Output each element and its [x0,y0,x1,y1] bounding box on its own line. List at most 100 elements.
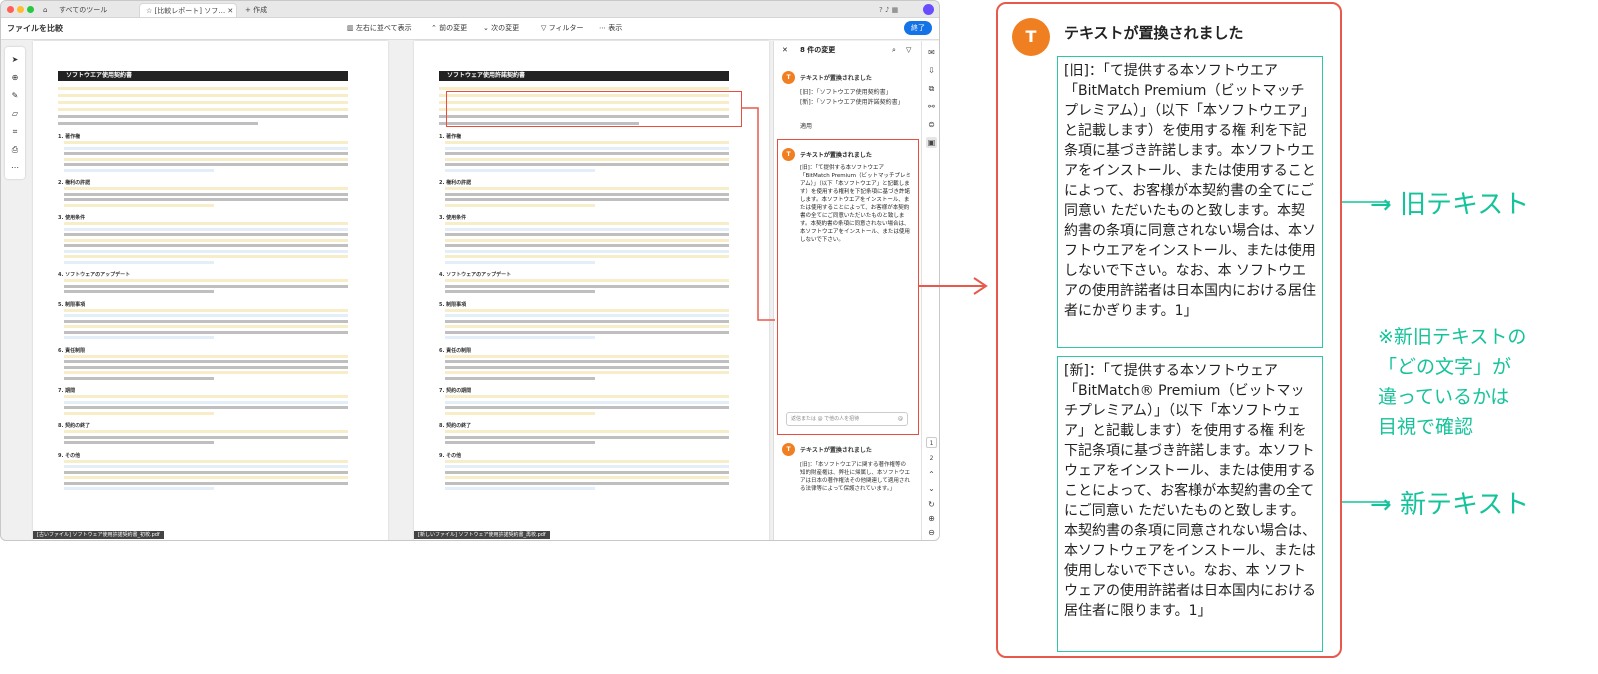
highlight-icon[interactable]: ▱ [10,109,20,119]
section-heading: 9. その他 [58,452,81,459]
document-text-line [445,441,595,444]
stamp-icon[interactable]: ⎙ [10,145,20,155]
new-document-body: 1. 著作権 2. 権利の許諾 3. 使用条件 4. ソフトウェアのアップデート 5. … [439,85,731,525]
document-text-line [64,233,348,236]
scroll-down-icon[interactable]: ⌄ [926,483,937,494]
comment-input[interactable]: 返信または @ で他の人を招待 @ [786,412,908,426]
mention-icon[interactable]: @ [898,413,903,426]
document-text-line [445,198,729,201]
callout-title: テキストが置換されました [1064,24,1244,42]
home-icon[interactable]: ⌂ [43,3,47,17]
section-heading: 5. 制限事項 [58,301,86,308]
text-select-icon[interactable]: ⌗ [10,127,20,137]
new-text-annotation: → 新テキスト [1370,490,1530,520]
tab-all-tools[interactable]: すべてのツール [59,3,107,17]
document-text-line [64,198,348,201]
old-text-annotation: → 旧テキスト [1370,190,1530,220]
layers-icon[interactable]: ⊜ [926,119,937,130]
comment-placeholder: 返信または @ で他の人を招待 [791,416,860,422]
search-icon[interactable]: ⌕ [892,41,896,59]
pen-icon[interactable]: ✎ [10,91,20,101]
cursor-icon[interactable]: ➤ [10,55,20,65]
zoom-icon[interactable]: ⊕ [10,73,20,83]
avatar[interactable] [923,4,934,15]
comment-icon[interactable]: ✉ [926,47,937,58]
document-text-line [64,279,348,282]
document-text-line [64,146,348,150]
document-text-line [64,255,348,258]
scroll-up-icon[interactable]: ⌃ [926,469,937,480]
tab-compare-report[interactable]: ☆ [比較レポート] ソフ… ✕ [139,3,237,17]
filter-icon[interactable]: ▽ [906,41,911,59]
selected-change-highlight[interactable] [446,91,742,127]
document-text-line [445,371,729,374]
document-text-line [64,157,348,161]
document-text-line [58,87,348,90]
refresh-icon[interactable]: ↻ [926,499,937,510]
document-text-line [445,330,729,334]
side-by-side-button[interactable]: ▥ 左右に並べて表示 [347,23,412,33]
old-document-page[interactable]: ソフトウエア使用契約書 1. 著作権 2. 権利の許諾 3. 使用条件 4. ソフトウ… [33,41,388,540]
zoom-in-icon[interactable]: ⊕ [926,513,937,524]
document-text-line [64,406,348,409]
prev-change-label: 前の変更 [439,24,468,32]
next-change-button[interactable]: ⌄ 次の変更 [483,23,519,33]
copy-icon[interactable]: ⧉ [926,83,937,94]
section-heading: 4. ソフトウェアのアップデート [58,272,131,278]
old-document-title: ソフトウエア使用契約書 [58,71,348,81]
maximize-window-icon[interactable] [27,6,34,13]
document-text-line [58,108,348,111]
change-old-text: [旧]：「ソフトウエア使用契約書」 [800,89,892,96]
changes-panel: ✕ 8 件の変更 ⌕ ▽ T テキストが置換されました [旧]：「ソフトウエア使… [773,41,922,540]
section-heading: 6. 責任の制限 [439,347,472,354]
document-text-line [64,203,214,207]
document-text-line [445,157,729,161]
left-toolbar: ➤ ⊕ ✎ ▱ ⌗ ⎙ ⋯ [5,47,25,179]
filter-button[interactable]: ▽ フィルター [541,23,583,33]
minimize-window-icon[interactable] [17,6,24,13]
new-document-footer: [新しいファイル] ソフトウェア使用許諾契約書_再校.pdf [414,531,550,539]
document-text-line [64,481,348,485]
document-text-line [58,94,348,97]
zoom-out-icon[interactable]: ⊖ [926,527,937,538]
help-icon[interactable]: ? ♪ ▦ [879,3,898,17]
close-icon[interactable]: ✕ [782,41,788,59]
document-text-line [64,314,348,317]
document-text-line [445,481,729,485]
export-icon[interactable]: ⇩ [926,65,937,76]
document-text-line [64,244,348,247]
document-text-line [445,249,729,253]
document-text-line [64,141,348,144]
view-label: 表示 [608,24,623,32]
tab-create[interactable]: + 作成 [245,3,267,17]
document-text-line [64,395,348,398]
document-text-line [445,284,729,288]
done-button[interactable]: 終了 [904,21,932,35]
selected-change-card[interactable]: T テキストが置換されました [旧]：「て提供する本ソフトウエア「BitMatc… [777,139,919,435]
document-text-line [445,325,729,328]
document-text-line [64,336,214,339]
compare-icon[interactable]: ▣ [926,137,937,148]
document-text-line [445,360,729,363]
document-text-line [445,365,729,369]
change-title: テキストが置換されました [800,75,872,82]
changes-panel-header: ✕ 8 件の変更 ⌕ ▽ [774,41,922,59]
text-replaced-icon: T [782,443,795,456]
tab-label: [比較レポート] ソフ… [154,7,226,15]
link-icon[interactable]: ⚯ [926,101,937,112]
document-text-line [64,430,348,433]
page-current[interactable]: 1 [926,437,937,448]
prev-change-button[interactable]: ⌃ 前の変更 [431,23,467,33]
document-text-line [58,101,348,104]
view-button[interactable]: ⋯ 表示 [599,23,622,33]
document-text-line [64,163,348,166]
document-text-line [64,330,348,334]
change-title: テキストが置換されました [800,447,872,454]
change-title: テキストが置換されました [800,152,872,159]
section-heading: 9. その他 [439,452,462,459]
page-total: 2 [929,455,934,462]
more-icon[interactable]: ⋯ [10,163,20,173]
section-heading: 1. 著作権 [439,134,462,140]
document-text-line [445,260,595,264]
close-window-icon[interactable] [7,6,14,13]
